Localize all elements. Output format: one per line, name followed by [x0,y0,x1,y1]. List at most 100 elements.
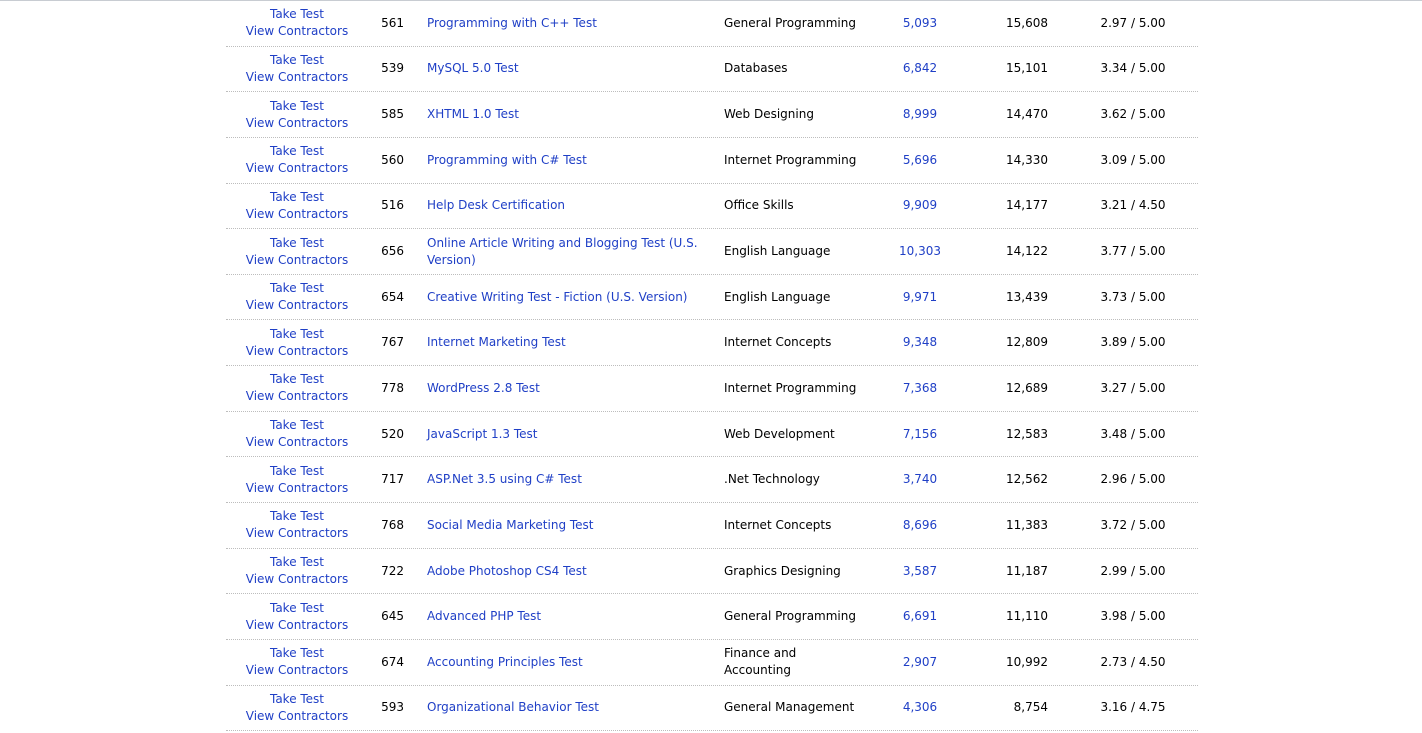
view-contractors-link[interactable]: View Contractors [246,206,348,223]
test-id: 516 [381,198,404,213]
test-name-link[interactable]: MySQL 5.0 Test [427,60,519,77]
take-test-link[interactable]: Take Test [270,98,324,115]
take-test-link[interactable]: Take Test [270,6,324,23]
take-test-link[interactable]: Take Test [270,326,324,343]
test-id: 768 [381,517,404,532]
take-test-link[interactable]: Take Test [270,691,324,708]
average-score: 2.73 / 4.50 [1100,654,1166,669]
row-actions: Take Test View Contractors [226,229,368,274]
average-score: 3.16 / 4.75 [1100,700,1166,715]
test-name-link[interactable]: JavaScript 1.3 Test [427,426,538,443]
take-test-link[interactable]: Take Test [270,417,324,434]
test-category: Internet Programming [724,380,857,395]
test-name-cell: Online Article Writing and Blogging Test… [427,229,707,274]
times-taken-cell: 7,368 [881,366,959,411]
test-name-cell: Programming with C++ Test [427,1,707,46]
test-name-cell: JavaScript 1.3 Test [427,412,707,457]
times-taken-link[interactable]: 10,303 [899,243,941,260]
test-name-link[interactable]: ASP.Net 3.5 using C# Test [427,471,582,488]
times-taken-link[interactable]: 2,907 [903,654,937,671]
test-name-link[interactable]: Help Desk Certification [427,197,565,214]
test-category: Databases [724,61,788,76]
view-contractors-link[interactable]: View Contractors [246,252,348,269]
test-name-link[interactable]: Online Article Writing and Blogging Test… [427,235,707,269]
times-taken-cell: 6,842 [881,47,959,92]
take-test-link[interactable]: Take Test [270,600,324,617]
test-category: General Management [724,700,855,715]
test-name-link[interactable]: Advanced PHP Test [427,608,541,625]
take-test-link[interactable]: Take Test [270,645,324,662]
average-score: 3.72 / 5.00 [1100,517,1166,532]
times-taken-link[interactable]: 5,093 [903,15,937,32]
table-row: Take Test View Contractors 778 WordPress… [226,366,1198,412]
test-name-link[interactable]: Adobe Photoshop CS4 Test [427,563,587,580]
times-taken-link[interactable]: 4,306 [903,699,937,716]
take-test-link[interactable]: Take Test [270,52,324,69]
times-taken-link[interactable]: 7,156 [903,426,937,443]
times-taken-link[interactable]: 8,999 [903,106,937,123]
view-contractors-link[interactable]: View Contractors [246,434,348,451]
view-contractors-link[interactable]: View Contractors [246,297,348,314]
view-contractors-link[interactable]: View Contractors [246,69,348,86]
times-taken-cell: 2,907 [881,640,959,685]
view-contractors-link[interactable]: View Contractors [246,23,348,40]
passed-count: 10,992 [1006,654,1048,669]
view-contractors-link[interactable]: View Contractors [246,160,348,177]
test-name-link[interactable]: Social Media Marketing Test [427,517,594,534]
take-test-link[interactable]: Take Test [270,554,324,571]
table-row: Take Test View Contractors 520 JavaScrip… [226,412,1198,458]
times-taken-link[interactable]: 6,691 [903,608,937,625]
times-taken-link[interactable]: 9,971 [903,289,937,306]
times-taken-cell: 8,696 [881,503,959,548]
view-contractors-link[interactable]: View Contractors [246,525,348,542]
test-name-link[interactable]: XHTML 1.0 Test [427,106,519,123]
average-score: 3.77 / 5.00 [1100,244,1166,259]
times-taken-link[interactable]: 6,842 [903,60,937,77]
take-test-link[interactable]: Take Test [270,463,324,480]
row-actions: Take Test View Contractors [226,640,368,685]
passed-count: 11,110 [1006,609,1048,624]
times-taken-link[interactable]: 5,696 [903,152,937,169]
view-contractors-link[interactable]: View Contractors [246,115,348,132]
test-category: Internet Concepts [724,335,832,350]
times-taken-link[interactable]: 9,348 [903,334,937,351]
passed-count: 12,583 [1006,426,1048,441]
passed-count: 14,122 [1006,244,1048,259]
times-taken-link[interactable]: 7,368 [903,380,937,397]
times-taken-link[interactable]: 9,909 [903,197,937,214]
take-test-link[interactable]: Take Test [270,189,324,206]
test-name-link[interactable]: Internet Marketing Test [427,334,566,351]
take-test-link[interactable]: Take Test [270,235,324,252]
view-contractors-link[interactable]: View Contractors [246,571,348,588]
times-taken-link[interactable]: 8,696 [903,517,937,534]
take-test-link[interactable]: Take Test [270,371,324,388]
test-category: Office Skills [724,198,794,213]
test-name-link[interactable]: Organizational Behavior Test [427,699,599,716]
times-taken-link[interactable]: 3,740 [903,471,937,488]
take-test-link[interactable]: Take Test [270,280,324,297]
view-contractors-link[interactable]: View Contractors [246,617,348,634]
test-id: 722 [381,563,404,578]
view-contractors-link[interactable]: View Contractors [246,480,348,497]
row-actions: Take Test View Contractors [226,457,368,502]
test-name-link[interactable]: Programming with C++ Test [427,15,597,32]
view-contractors-link[interactable]: View Contractors [246,343,348,360]
test-name-link[interactable]: Programming with C# Test [427,152,587,169]
test-name-cell: Help Desk Certification [427,184,707,229]
times-taken-link[interactable]: 3,587 [903,563,937,580]
view-contractors-link[interactable]: View Contractors [246,708,348,725]
test-name-link[interactable]: WordPress 2.8 Test [427,380,540,397]
take-test-link[interactable]: Take Test [270,143,324,160]
view-contractors-link[interactable]: View Contractors [246,388,348,405]
test-name-link[interactable]: Accounting Principles Test [427,654,583,671]
row-actions: Take Test View Contractors [226,686,368,731]
times-taken-cell: 9,348 [881,320,959,365]
table-row: Take Test View Contractors 654 Creative … [226,275,1198,321]
test-name-link[interactable]: Creative Writing Test - Fiction (U.S. Ve… [427,289,687,306]
take-test-link[interactable]: Take Test [270,508,324,525]
average-score: 3.48 / 5.00 [1100,426,1166,441]
row-actions: Take Test View Contractors [226,594,368,639]
view-contractors-link[interactable]: View Contractors [246,662,348,679]
average-score: 3.21 / 4.50 [1100,198,1166,213]
average-score: 3.34 / 5.00 [1100,61,1166,76]
